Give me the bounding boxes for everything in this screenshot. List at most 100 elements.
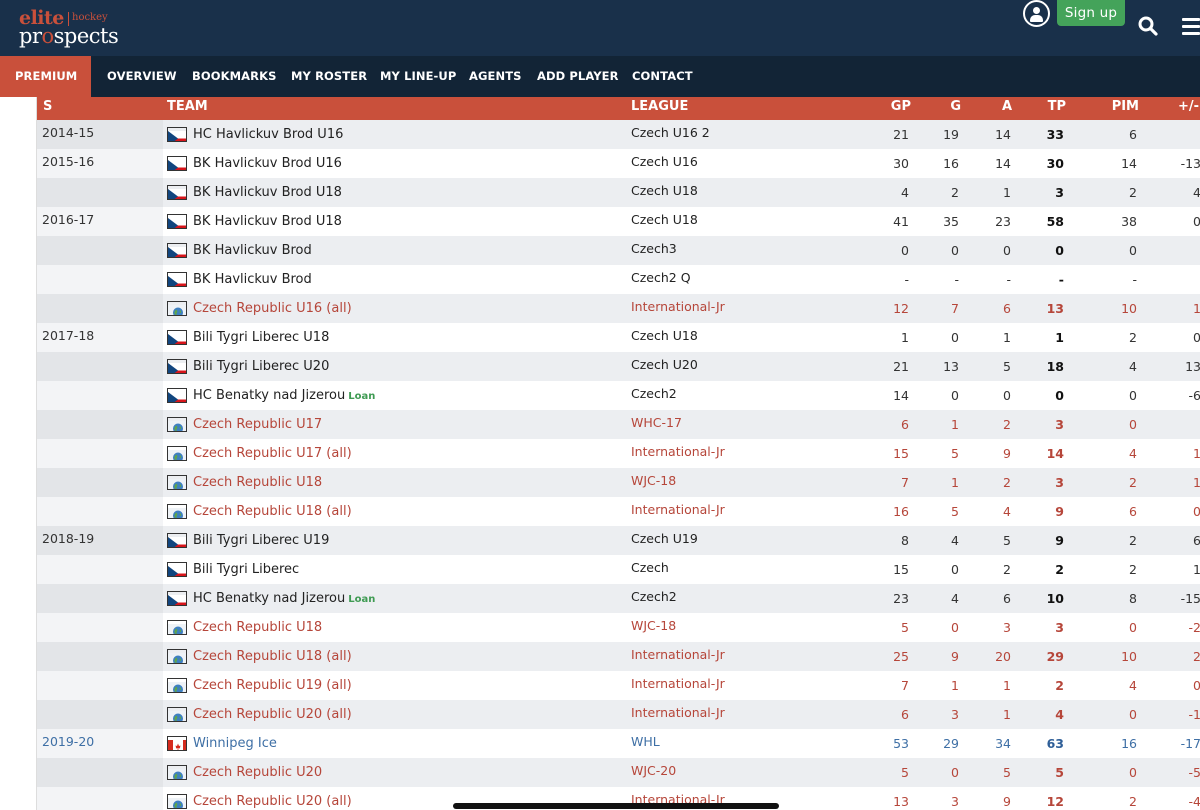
league-link[interactable]: WHL — [631, 729, 660, 758]
league-link[interactable]: International-Jr — [631, 439, 725, 468]
team-link[interactable]: Czech Republic U20 (all) — [193, 787, 352, 810]
team-name[interactable]: Bili Tygri Liberec — [193, 562, 299, 577]
team-link[interactable]: Winnipeg Ice — [193, 729, 277, 758]
team-name[interactable]: Czech Republic U18 (all) — [193, 504, 352, 519]
team-name[interactable]: BK Havlickuv Brod — [193, 243, 312, 258]
team-name[interactable]: Czech Republic U16 (all) — [193, 301, 352, 316]
team-link[interactable]: BK Havlickuv Brod U16 — [193, 149, 342, 178]
column-header-gp[interactable]: GP — [857, 97, 911, 120]
nav-contact[interactable]: CONTACT — [632, 56, 693, 97]
team-link[interactable]: Czech Republic U17 (all) — [193, 439, 352, 468]
nav-agents[interactable]: AGENTS — [469, 56, 522, 97]
team-link[interactable]: BK Havlickuv Brod U18 — [193, 178, 342, 207]
column-header-g[interactable]: G — [917, 97, 961, 120]
team-link[interactable]: Bili Tygri Liberec — [193, 555, 299, 584]
czech-flag-icon — [167, 330, 187, 345]
league-link[interactable]: Czech U20 — [631, 352, 698, 381]
column-header-league[interactable]: LEAGUE — [631, 97, 688, 120]
league-link[interactable]: Czech U18 — [631, 178, 698, 207]
league-link[interactable]: International-Jr — [631, 497, 725, 526]
nav-my-roster[interactable]: MY ROSTER — [291, 56, 367, 97]
team-name[interactable]: HC Havlickuv Brod U16 — [193, 127, 343, 142]
league-link[interactable]: WJC-20 — [631, 758, 676, 787]
nav-bookmarks[interactable]: BOOKMARKS — [192, 56, 277, 97]
team-link[interactable]: Czech Republic U18 (all) — [193, 497, 352, 526]
nav-my-line-up[interactable]: MY LINE-UP — [380, 56, 456, 97]
goals-cell: 35 — [943, 214, 959, 229]
nav-add-player[interactable]: ADD PLAYER — [537, 56, 619, 97]
team-name[interactable]: Czech Republic U20 (all) — [193, 707, 352, 722]
league-link[interactable]: Czech U18 — [631, 323, 698, 352]
signup-button[interactable]: Sign up — [1057, 0, 1125, 26]
team-link[interactable]: BK Havlickuv Brod — [193, 236, 312, 265]
league-link[interactable]: Czech2 — [631, 584, 677, 613]
team-link[interactable]: Bili Tygri Liberec U20 — [193, 352, 329, 381]
team-link[interactable]: BK Havlickuv Brod U18 — [193, 207, 342, 236]
league-link[interactable]: International-Jr — [631, 294, 725, 323]
points-cell: 3 — [1055, 620, 1064, 635]
column-header-plus-minus[interactable]: +/- — [1147, 97, 1199, 120]
league-link[interactable]: Czech2 Q — [631, 265, 691, 294]
nav-overview[interactable]: OVERVIEW — [107, 56, 177, 97]
column-header-a[interactable]: A — [967, 97, 1012, 120]
team-link[interactable]: Czech Republic U20 (all) — [193, 700, 352, 729]
team-name[interactable]: Bili Tygri Liberec U20 — [193, 359, 329, 374]
team-name[interactable]: Bili Tygri Liberec U19 — [193, 533, 329, 548]
team-name[interactable]: Czech Republic U18 — [193, 620, 322, 635]
team-link[interactable]: Czech Republic U18 — [193, 613, 322, 642]
team-link[interactable]: Czech Republic U16 (all) — [193, 294, 352, 323]
team-name[interactable]: Czech Republic U17 — [193, 417, 322, 432]
column-header-pim[interactable]: PIM — [1087, 97, 1139, 120]
team-name[interactable]: Czech Republic U20 — [193, 765, 322, 780]
team-link[interactable]: HC Benatky nad Jizerou Loan — [193, 381, 375, 411]
column-header-tp[interactable]: TP — [1017, 97, 1066, 120]
league-link[interactable]: Czech2 — [631, 381, 677, 410]
team-name[interactable]: BK Havlickuv Brod U18 — [193, 214, 342, 229]
team-link[interactable]: HC Benatky nad Jizerou Loan — [193, 584, 375, 614]
user-icon[interactable] — [1023, 0, 1050, 27]
eliteprospects-logo[interactable]: elite hockey prospects — [19, 8, 129, 48]
search-icon[interactable] — [1138, 16, 1158, 36]
table-row: 2014-15 HC Havlickuv Brod U16 Czech U16 2 2… — [37, 120, 1200, 149]
team-name[interactable]: Czech Republic U17 (all) — [193, 446, 352, 461]
league-link[interactable]: International-Jr — [631, 700, 725, 729]
team-link[interactable]: Czech Republic U17 — [193, 410, 322, 439]
menu-icon[interactable] — [1182, 18, 1200, 36]
league-link[interactable]: WJC-18 — [631, 468, 676, 497]
logo-prospects: prospects — [19, 24, 119, 48]
league-link[interactable]: Czech U16 2 — [631, 120, 710, 149]
team-link[interactable]: HC Havlickuv Brod U16 — [193, 120, 343, 149]
team-name[interactable]: Winnipeg Ice — [193, 736, 277, 751]
league-link[interactable]: Czech3 — [631, 236, 677, 265]
league-link[interactable]: Czech U18 — [631, 207, 698, 236]
column-header-season[interactable]: S — [43, 97, 52, 120]
league-link[interactable]: WJC-18 — [631, 613, 676, 642]
team-name[interactable]: BK Havlickuv Brod U16 — [193, 156, 342, 171]
team-link[interactable]: Czech Republic U19 (all) — [193, 671, 352, 700]
team-link[interactable]: Bili Tygri Liberec U18 — [193, 323, 329, 352]
league-link[interactable]: Czech U16 — [631, 149, 698, 178]
team-name[interactable]: HC Benatky nad Jizerou — [193, 591, 345, 606]
team-name[interactable]: Bili Tygri Liberec U18 — [193, 330, 329, 345]
team-name[interactable]: BK Havlickuv Brod U18 — [193, 185, 342, 200]
season-cell[interactable]: 2019-20 — [37, 729, 163, 758]
home-indicator[interactable] — [453, 803, 779, 809]
team-link[interactable]: Czech Republic U18 (all) — [193, 642, 352, 671]
league-link[interactable]: International-Jr — [631, 642, 725, 671]
team-name[interactable]: HC Benatky nad Jizerou — [193, 388, 345, 403]
team-link[interactable]: Czech Republic U20 — [193, 758, 322, 787]
team-link[interactable]: Bili Tygri Liberec U19 — [193, 526, 329, 555]
league-link[interactable]: International-Jr — [631, 671, 725, 700]
team-link[interactable]: Czech Republic U18 — [193, 468, 322, 497]
team-name[interactable]: Czech Republic U19 (all) — [193, 678, 352, 693]
league-link[interactable]: WHC-17 — [631, 410, 682, 439]
team-name[interactable]: Czech Republic U20 (all) — [193, 794, 352, 809]
column-header-team[interactable]: TEAM — [167, 97, 208, 120]
league-link[interactable]: Czech — [631, 555, 669, 584]
team-name[interactable]: BK Havlickuv Brod — [193, 272, 312, 287]
nav-premium[interactable]: PREMIUM — [0, 56, 91, 97]
team-name[interactable]: Czech Republic U18 — [193, 475, 322, 490]
team-link[interactable]: BK Havlickuv Brod — [193, 265, 312, 294]
league-link[interactable]: Czech U19 — [631, 526, 698, 555]
team-name[interactable]: Czech Republic U18 (all) — [193, 649, 352, 664]
